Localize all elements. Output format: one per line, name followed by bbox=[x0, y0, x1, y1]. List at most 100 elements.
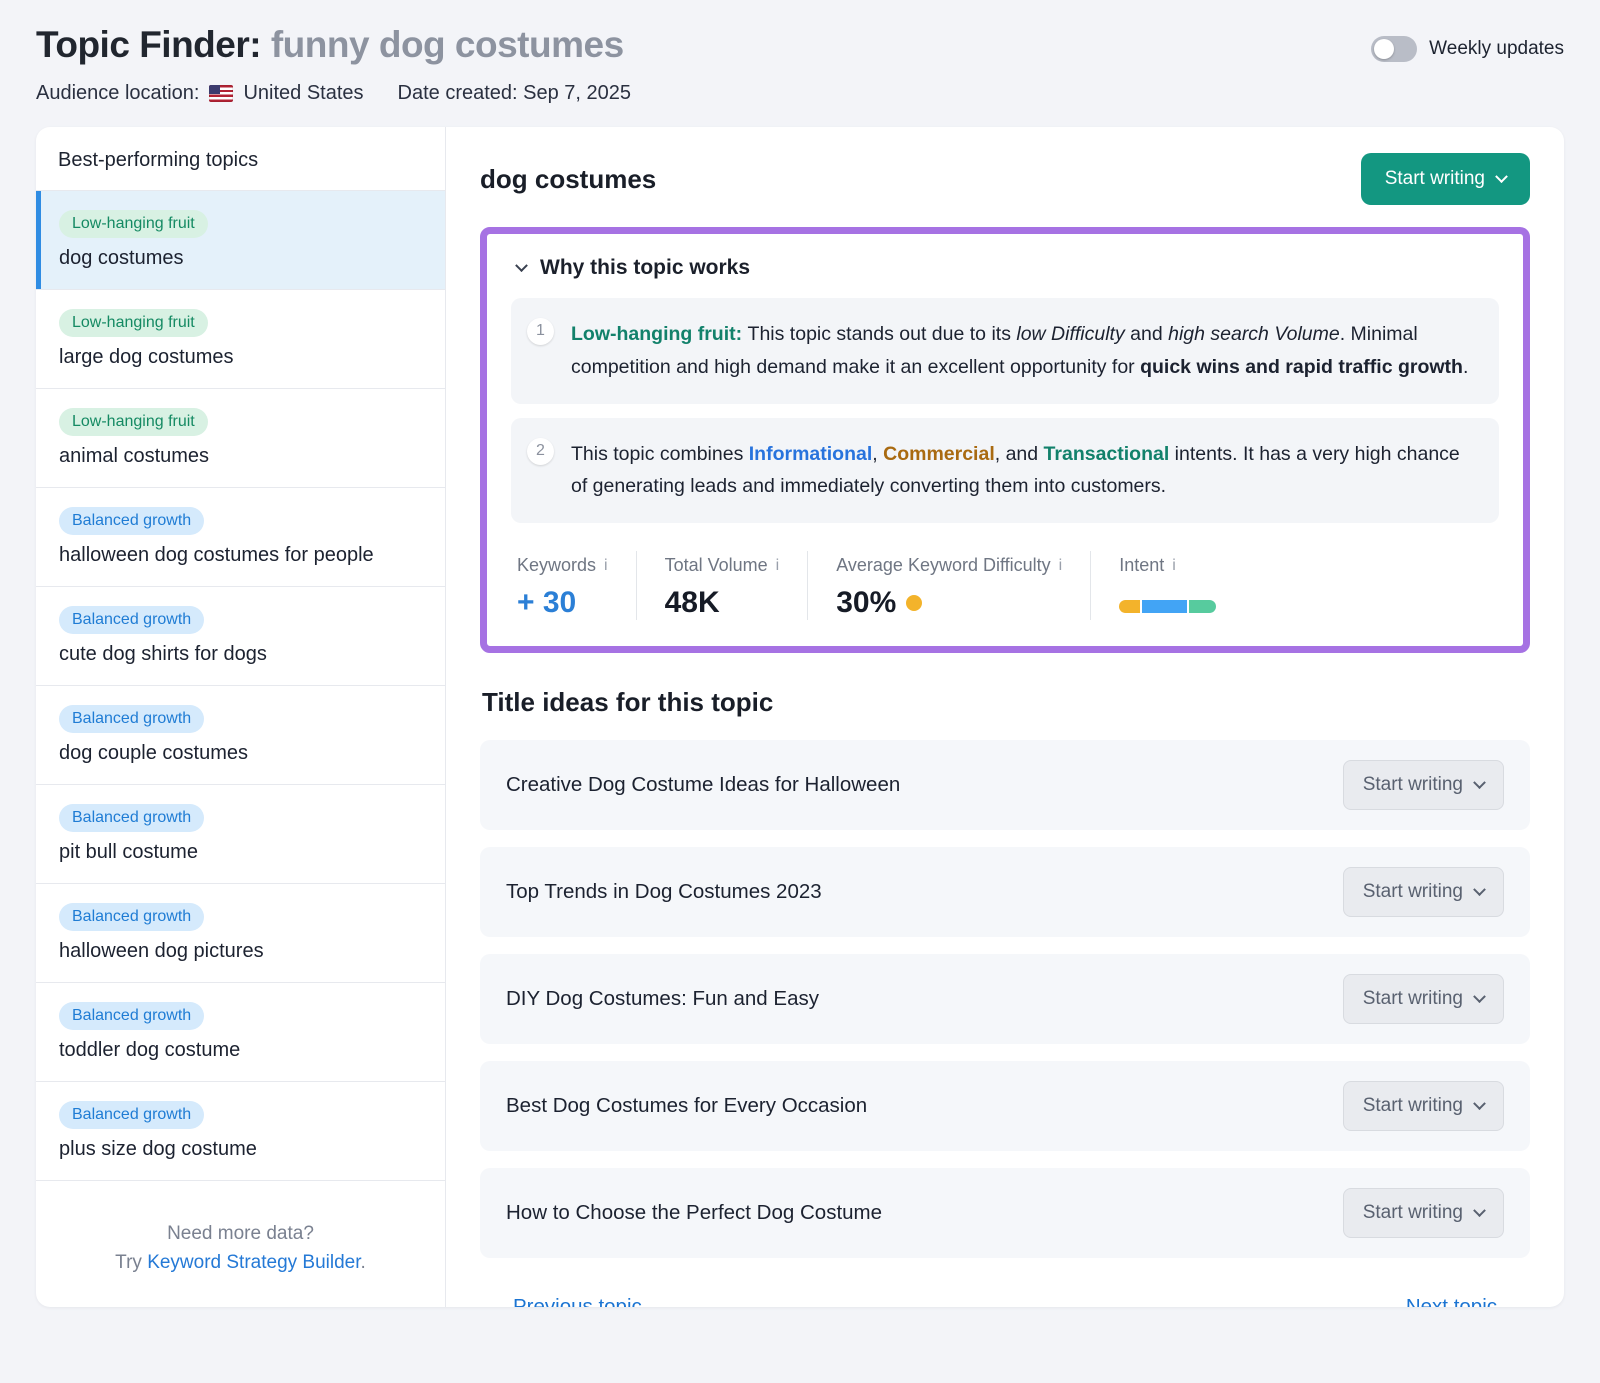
page-title-query: funny dog costumes bbox=[261, 24, 624, 65]
try-text: Try bbox=[115, 1252, 147, 1273]
topic-label: halloween dog costumes for people bbox=[59, 544, 425, 567]
sidebar-topic-item[interactable]: Low-hanging fruit animal costumes bbox=[36, 389, 445, 488]
topic-label: animal costumes bbox=[59, 445, 425, 468]
start-writing-button[interactable]: Start writing bbox=[1361, 153, 1530, 205]
point-text-segment: high search Volume bbox=[1168, 323, 1340, 345]
topic-badge: Low-hanging fruit bbox=[59, 408, 208, 436]
start-writing-idea-button[interactable]: Start writing bbox=[1343, 1188, 1504, 1238]
page-header: Topic Finder: funny dog costumes Weekly … bbox=[36, 24, 1564, 66]
arrow-left-icon: ← bbox=[482, 1297, 503, 1308]
total-volume-label: Total Volume bbox=[665, 555, 768, 576]
arrow-right-icon: → bbox=[1507, 1297, 1528, 1308]
topic-pagination: ← Previous topic Next topic → bbox=[480, 1289, 1530, 1307]
intent-label: Intent bbox=[1119, 555, 1164, 576]
why-point: 1 Low-hanging fruit: This topic stands ou… bbox=[511, 298, 1499, 404]
topic-label: dog couple costumes bbox=[59, 742, 425, 765]
title-idea-text: Top Trends in Dog Costumes 2023 bbox=[506, 880, 822, 904]
collapse-chevron-icon bbox=[515, 259, 528, 272]
total-volume-value: 48K bbox=[665, 586, 780, 620]
topic-label: cute dog shirts for dogs bbox=[59, 643, 425, 666]
point-text-segment: . bbox=[1463, 356, 1468, 378]
avg-difficulty-value: 30% bbox=[836, 586, 896, 620]
title-idea-row: Best Dog Costumes for Every Occasion Star… bbox=[480, 1061, 1530, 1151]
title-ideas-heading: Title ideas for this topic bbox=[482, 687, 1530, 718]
why-topic-works-box: Why this topic works 1 Low-hanging fruit:… bbox=[480, 227, 1530, 653]
start-writing-idea-button[interactable]: Start writing bbox=[1343, 974, 1504, 1024]
point-text-segment: This topic stands out due to its bbox=[748, 323, 1017, 345]
chevron-down-icon bbox=[1473, 776, 1486, 789]
topic-label: halloween dog pictures bbox=[59, 940, 425, 963]
topic-list: Low-hanging fruitdog costumesLow-hanging… bbox=[36, 191, 445, 1196]
why-point: 2This topic combines Informational, Comm… bbox=[511, 418, 1499, 524]
need-more-data-text: Need more data? bbox=[56, 1220, 425, 1249]
start-writing-idea-label: Start writing bbox=[1363, 1095, 1463, 1117]
title-idea-row: Creative Dog Costume Ideas for Halloween… bbox=[480, 740, 1530, 830]
topic-label: plus size dog costume bbox=[59, 1138, 425, 1161]
intent-segment-informational bbox=[1142, 600, 1187, 613]
start-writing-idea-label: Start writing bbox=[1363, 988, 1463, 1010]
title-idea-row: How to Choose the Perfect Dog CostumeSta… bbox=[480, 1168, 1530, 1258]
point-text-segment: This topic combines bbox=[571, 443, 749, 465]
topic-badge: Balanced growth bbox=[59, 507, 204, 535]
sidebar-footer: Need more data? Try Keyword Strategy Bui… bbox=[36, 1196, 445, 1307]
topic-badge: Low-hanging fruit bbox=[59, 210, 208, 238]
page-title: Topic Finder: funny dog costumes bbox=[36, 24, 624, 66]
chevron-down-icon bbox=[1473, 990, 1486, 1003]
weekly-updates-toggle[interactable] bbox=[1371, 36, 1417, 62]
chevron-down-icon bbox=[1473, 1097, 1486, 1110]
sidebar-topic-item[interactable]: Balanced growthplus size dog costume bbox=[36, 1082, 445, 1181]
info-icon[interactable]: i bbox=[1059, 557, 1063, 575]
sidebar-topic-item[interactable]: Balanced growthpit bull costume bbox=[36, 785, 445, 884]
sidebar-topic-item[interactable]: Balanced growth halloween dog pictures bbox=[36, 884, 445, 983]
why-points: 1 Low-hanging fruit: This topic stands ou… bbox=[511, 298, 1499, 523]
start-writing-idea-button[interactable]: Start writing bbox=[1343, 760, 1504, 810]
metrics-row: Keywords i + 30 Total Volume i 48K bbox=[511, 547, 1499, 622]
point-text-segment: and bbox=[1125, 323, 1168, 345]
footer-period: . bbox=[361, 1252, 366, 1273]
intent-segment-commercial bbox=[1119, 600, 1140, 613]
content-card: Best-performing topics Low-hanging fruit… bbox=[36, 127, 1564, 1307]
chevron-down-icon bbox=[1473, 1204, 1486, 1217]
next-topic-link[interactable]: Next topic → bbox=[1406, 1295, 1528, 1307]
previous-topic-link[interactable]: ← Previous topic bbox=[482, 1295, 642, 1307]
title-ideas-list: Creative Dog Costume Ideas for Halloween… bbox=[480, 740, 1530, 1275]
title-idea-text: Best Dog Costumes for Every Occasion bbox=[506, 1094, 867, 1118]
info-icon[interactable]: i bbox=[1172, 557, 1176, 575]
start-writing-label: Start writing bbox=[1385, 168, 1485, 190]
point-number: 1 bbox=[527, 318, 554, 345]
keyword-strategy-builder-link[interactable]: Keyword Strategy Builder bbox=[147, 1252, 360, 1273]
info-icon[interactable]: i bbox=[604, 557, 608, 575]
point-text-segment: Informational bbox=[749, 443, 873, 465]
point-text-segment: low Difficulty bbox=[1016, 323, 1124, 345]
topic-detail-header: dog costumes Start writing bbox=[480, 153, 1530, 205]
sidebar-topic-item[interactable]: Balanced growth cute dog shirts for dogs bbox=[36, 587, 445, 686]
audience-location-value: United States bbox=[243, 82, 363, 105]
point-text-segment: Low-hanging fruit: bbox=[571, 323, 748, 345]
why-topic-works-header[interactable]: Why this topic works bbox=[511, 256, 1499, 280]
point-text-segment: Transactional bbox=[1044, 443, 1170, 465]
metric-total-volume: Total Volume i 48K bbox=[636, 551, 808, 620]
intent-segment-transactional bbox=[1189, 600, 1216, 613]
sidebar-topic-item[interactable]: Balanced growthdog couple costumes bbox=[36, 686, 445, 785]
topic-label: pit bull costume bbox=[59, 841, 425, 864]
audience-location-label: Audience location: bbox=[36, 82, 199, 105]
point-text-segment: , bbox=[872, 443, 883, 465]
sidebar-topic-item[interactable]: Low-hanging fruitlarge dog costumes bbox=[36, 290, 445, 389]
start-writing-idea-button[interactable]: Start writing bbox=[1343, 867, 1504, 917]
topic-badge: Balanced growth bbox=[59, 606, 204, 634]
best-performing-topics-panel: Best-performing topics Low-hanging fruit… bbox=[36, 127, 446, 1307]
intent-bar bbox=[1119, 600, 1216, 613]
sidebar-topic-item[interactable]: Balanced growth halloween dog costumes fo… bbox=[36, 488, 445, 587]
topic-badge: Balanced growth bbox=[59, 903, 204, 931]
info-icon[interactable]: i bbox=[776, 557, 780, 575]
start-writing-idea-label: Start writing bbox=[1363, 881, 1463, 903]
topic-detail-panel: dog costumes Start writing Why this topi… bbox=[446, 127, 1564, 1307]
sidebar-topic-item[interactable]: Balanced growthtoddler dog costume bbox=[36, 983, 445, 1082]
start-writing-idea-button[interactable]: Start writing bbox=[1343, 1081, 1504, 1131]
title-idea-text: DIY Dog Costumes: Fun and Easy bbox=[506, 987, 819, 1011]
weekly-updates-label: Weekly updates bbox=[1429, 38, 1564, 60]
sidebar-title: Best-performing topics bbox=[36, 127, 445, 191]
sidebar-topic-item[interactable]: Low-hanging fruitdog costumes bbox=[36, 191, 445, 290]
chevron-down-icon bbox=[1473, 883, 1486, 896]
date-created: Date created: Sep 7, 2025 bbox=[398, 82, 632, 105]
